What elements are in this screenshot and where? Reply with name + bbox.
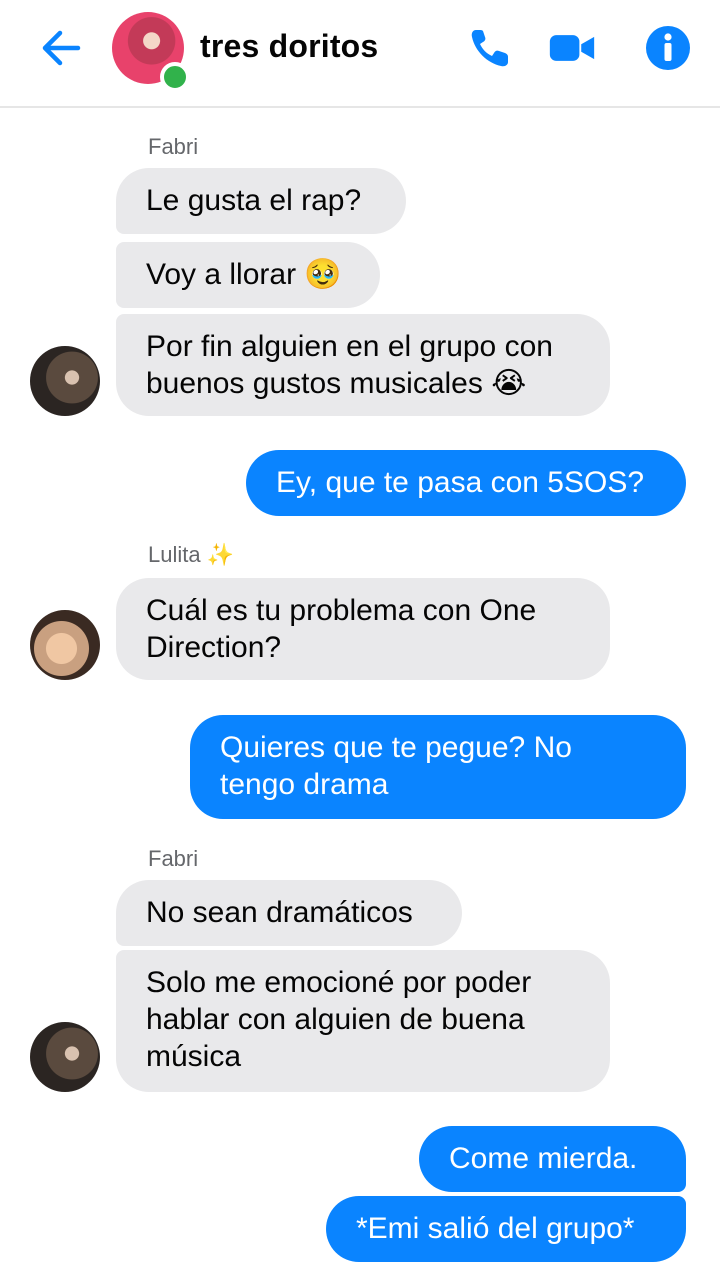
message-bubble[interactable]: Come mierda. [419,1126,686,1192]
message-bubble[interactable]: Quieres que te pegue? No tengo drama [190,715,686,819]
sender-name: Fabri [148,134,199,159]
message-bubble[interactable]: Solo me emocioné por poder hablar con al… [116,950,610,1092]
sender-avatar[interactable] [30,1022,100,1092]
sender-name: Fabri [148,846,199,871]
phone-icon[interactable] [466,24,514,72]
sender-avatar[interactable] [30,610,100,680]
video-camera-icon[interactable] [548,24,596,72]
message-bubble[interactable]: No sean dramáticos [116,880,462,946]
message-bubble[interactable]: Voy a llorar 🥹 [116,242,380,308]
sender-name: Lulita ✨ [148,542,235,567]
online-status-dot [160,62,190,92]
message-bubble[interactable]: Cuál es tu problema con One Direction? [116,578,610,680]
message-bubble[interactable]: *Emi salió del grupo* [326,1196,686,1262]
info-icon[interactable] [644,24,692,72]
message-bubble[interactable]: Le gusta el rap? [116,168,406,234]
chat-title[interactable]: tres doritos [200,28,378,65]
message-bubble[interactable]: Por fin alguien en el grupo con buenos g… [116,314,610,416]
message-bubble[interactable]: Ey, que te pasa con 5SOS? [246,450,686,516]
chat-header: tres doritos [0,0,720,108]
sender-avatar[interactable] [30,346,100,416]
back-arrow-icon[interactable] [38,26,86,70]
